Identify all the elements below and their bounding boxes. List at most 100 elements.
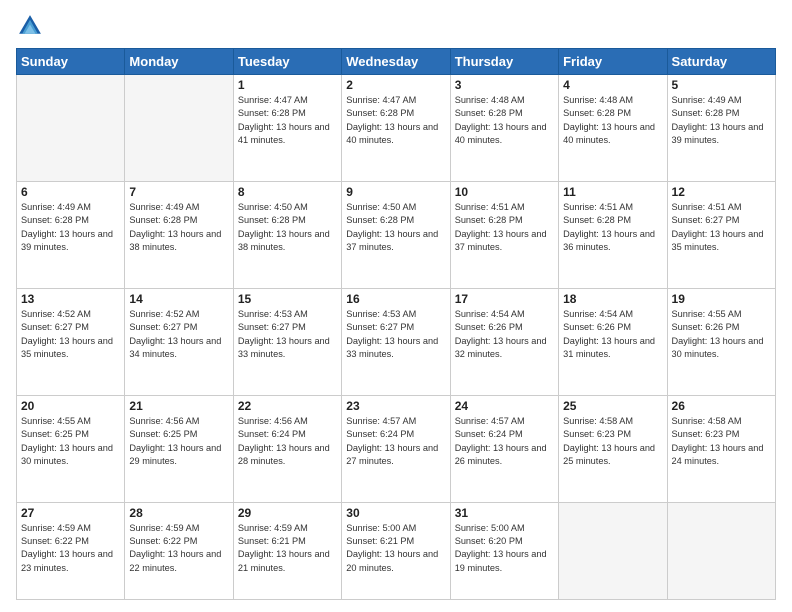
calendar-table: SundayMondayTuesdayWednesdayThursdayFrid… (16, 48, 776, 600)
week-row: 27Sunrise: 4:59 AM Sunset: 6:22 PM Dayli… (17, 502, 776, 599)
day-info: Sunrise: 4:49 AM Sunset: 6:28 PM Dayligh… (129, 201, 228, 254)
calendar-cell: 17 Sunrise: 4:54 AM Sunset: 6:26 PM Dayli… (450, 288, 558, 395)
day-number: 21 (129, 399, 228, 413)
calendar-cell: 1 Sunrise: 4:47 AM Sunset: 6:28 PM Daylig… (233, 75, 341, 182)
header (16, 12, 776, 40)
week-row: 20Sunrise: 4:55 AM Sunset: 6:25 PM Dayli… (17, 395, 776, 502)
day-info: Sunrise: 4:52 AM Sunset: 6:27 PM Dayligh… (21, 308, 120, 361)
day-info: Sunrise: 4:54 AM Sunset: 6:26 PM Dayligh… (455, 308, 554, 361)
day-info: Sunrise: 4:48 AM Sunset: 6:28 PM Dayligh… (563, 94, 662, 147)
day-info: Sunrise: 4:49 AM Sunset: 6:28 PM Dayligh… (672, 94, 771, 147)
calendar-cell: 25 Sunrise: 4:58 AM Sunset: 6:23 PM Dayli… (559, 395, 667, 502)
calendar-cell: 9Sunrise: 4:50 AM Sunset: 6:28 PM Daylig… (342, 181, 450, 288)
day-info: Sunrise: 4:53 AM Sunset: 6:27 PM Dayligh… (346, 308, 445, 361)
calendar-cell: 24 Sunrise: 4:57 AM Sunset: 6:24 PM Dayli… (450, 395, 558, 502)
calendar-cell: 26 Sunrise: 4:58 AM Sunset: 6:23 PM Dayli… (667, 395, 775, 502)
day-info: Sunrise: 4:56 AM Sunset: 6:25 PM Dayligh… (129, 415, 228, 468)
calendar-cell: 11Sunrise: 4:51 AM Sunset: 6:28 PM Dayli… (559, 181, 667, 288)
day-number: 24 (455, 399, 554, 413)
day-info: Sunrise: 4:47 AM Sunset: 6:28 PM Dayligh… (238, 94, 337, 147)
calendar-cell (667, 502, 775, 599)
day-info: Sunrise: 4:50 AM Sunset: 6:28 PM Dayligh… (238, 201, 337, 254)
calendar-cell: 31 Sunrise: 5:00 AM Sunset: 6:20 PM Dayli… (450, 502, 558, 599)
day-number: 13 (21, 292, 120, 306)
day-number: 17 (455, 292, 554, 306)
col-header-friday: Friday (559, 49, 667, 75)
logo (16, 12, 48, 40)
page: SundayMondayTuesdayWednesdayThursdayFrid… (0, 0, 792, 612)
calendar-cell: 13 Sunrise: 4:52 AM Sunset: 6:27 PM Dayli… (17, 288, 125, 395)
calendar-cell: 14 Sunrise: 4:52 AM Sunset: 6:27 PM Dayli… (125, 288, 233, 395)
day-number: 5 (672, 78, 771, 92)
day-info: Sunrise: 4:52 AM Sunset: 6:27 PM Dayligh… (129, 308, 228, 361)
calendar-cell: 6 Sunrise: 4:49 AM Sunset: 6:28 PM Daylig… (17, 181, 125, 288)
day-info: Sunrise: 4:58 AM Sunset: 6:23 PM Dayligh… (672, 415, 771, 468)
day-info: Sunrise: 4:47 AM Sunset: 6:28 PM Dayligh… (346, 94, 445, 147)
calendar-cell: 27Sunrise: 4:59 AM Sunset: 6:22 PM Dayli… (17, 502, 125, 599)
calendar-cell: 23Sunrise: 4:57 AM Sunset: 6:24 PM Dayli… (342, 395, 450, 502)
week-row: 6 Sunrise: 4:49 AM Sunset: 6:28 PM Daylig… (17, 181, 776, 288)
calendar-cell: 19 Sunrise: 4:55 AM Sunset: 6:26 PM Dayli… (667, 288, 775, 395)
col-header-sunday: Sunday (17, 49, 125, 75)
week-row: 13 Sunrise: 4:52 AM Sunset: 6:27 PM Dayli… (17, 288, 776, 395)
calendar-cell: 16 Sunrise: 4:53 AM Sunset: 6:27 PM Dayli… (342, 288, 450, 395)
day-info: Sunrise: 4:59 AM Sunset: 6:22 PM Dayligh… (21, 522, 120, 575)
day-number: 22 (238, 399, 337, 413)
day-info: Sunrise: 4:54 AM Sunset: 6:26 PM Dayligh… (563, 308, 662, 361)
day-number: 15 (238, 292, 337, 306)
col-header-saturday: Saturday (667, 49, 775, 75)
calendar-cell: 21 Sunrise: 4:56 AM Sunset: 6:25 PM Dayli… (125, 395, 233, 502)
day-info: Sunrise: 4:56 AM Sunset: 6:24 PM Dayligh… (238, 415, 337, 468)
calendar-cell: 5 Sunrise: 4:49 AM Sunset: 6:28 PM Daylig… (667, 75, 775, 182)
logo-icon (16, 12, 44, 40)
calendar-cell: 30 Sunrise: 5:00 AM Sunset: 6:21 PM Dayli… (342, 502, 450, 599)
col-header-tuesday: Tuesday (233, 49, 341, 75)
day-info: Sunrise: 4:49 AM Sunset: 6:28 PM Dayligh… (21, 201, 120, 254)
day-info: Sunrise: 4:50 AM Sunset: 6:28 PM Dayligh… (346, 201, 445, 254)
day-number: 10 (455, 185, 554, 199)
calendar-cell: 22 Sunrise: 4:56 AM Sunset: 6:24 PM Dayli… (233, 395, 341, 502)
calendar-cell: 4 Sunrise: 4:48 AM Sunset: 6:28 PM Daylig… (559, 75, 667, 182)
day-info: Sunrise: 4:59 AM Sunset: 6:21 PM Dayligh… (238, 522, 337, 575)
day-info: Sunrise: 4:59 AM Sunset: 6:22 PM Dayligh… (129, 522, 228, 575)
day-number: 3 (455, 78, 554, 92)
calendar-cell (559, 502, 667, 599)
day-number: 25 (563, 399, 662, 413)
day-number: 16 (346, 292, 445, 306)
calendar-cell: 20Sunrise: 4:55 AM Sunset: 6:25 PM Dayli… (17, 395, 125, 502)
day-number: 23 (346, 399, 445, 413)
day-info: Sunrise: 5:00 AM Sunset: 6:21 PM Dayligh… (346, 522, 445, 575)
day-number: 8 (238, 185, 337, 199)
day-number: 30 (346, 506, 445, 520)
day-info: Sunrise: 4:51 AM Sunset: 6:27 PM Dayligh… (672, 201, 771, 254)
calendar-cell (17, 75, 125, 182)
calendar-cell (125, 75, 233, 182)
calendar-cell: 18Sunrise: 4:54 AM Sunset: 6:26 PM Dayli… (559, 288, 667, 395)
day-info: Sunrise: 5:00 AM Sunset: 6:20 PM Dayligh… (455, 522, 554, 575)
day-info: Sunrise: 4:57 AM Sunset: 6:24 PM Dayligh… (455, 415, 554, 468)
day-number: 26 (672, 399, 771, 413)
calendar-cell: 15 Sunrise: 4:53 AM Sunset: 6:27 PM Dayli… (233, 288, 341, 395)
calendar-cell: 8 Sunrise: 4:50 AM Sunset: 6:28 PM Daylig… (233, 181, 341, 288)
day-number: 6 (21, 185, 120, 199)
day-info: Sunrise: 4:48 AM Sunset: 6:28 PM Dayligh… (455, 94, 554, 147)
day-number: 1 (238, 78, 337, 92)
day-number: 14 (129, 292, 228, 306)
day-info: Sunrise: 4:53 AM Sunset: 6:27 PM Dayligh… (238, 308, 337, 361)
day-info: Sunrise: 4:51 AM Sunset: 6:28 PM Dayligh… (455, 201, 554, 254)
day-number: 31 (455, 506, 554, 520)
calendar-cell: 12 Sunrise: 4:51 AM Sunset: 6:27 PM Dayli… (667, 181, 775, 288)
day-number: 29 (238, 506, 337, 520)
week-row: 1 Sunrise: 4:47 AM Sunset: 6:28 PM Daylig… (17, 75, 776, 182)
day-number: 7 (129, 185, 228, 199)
calendar-cell: 28Sunrise: 4:59 AM Sunset: 6:22 PM Dayli… (125, 502, 233, 599)
day-number: 11 (563, 185, 662, 199)
col-header-monday: Monday (125, 49, 233, 75)
day-number: 4 (563, 78, 662, 92)
day-info: Sunrise: 4:58 AM Sunset: 6:23 PM Dayligh… (563, 415, 662, 468)
day-number: 12 (672, 185, 771, 199)
day-number: 20 (21, 399, 120, 413)
col-header-thursday: Thursday (450, 49, 558, 75)
day-number: 19 (672, 292, 771, 306)
day-info: Sunrise: 4:55 AM Sunset: 6:26 PM Dayligh… (672, 308, 771, 361)
